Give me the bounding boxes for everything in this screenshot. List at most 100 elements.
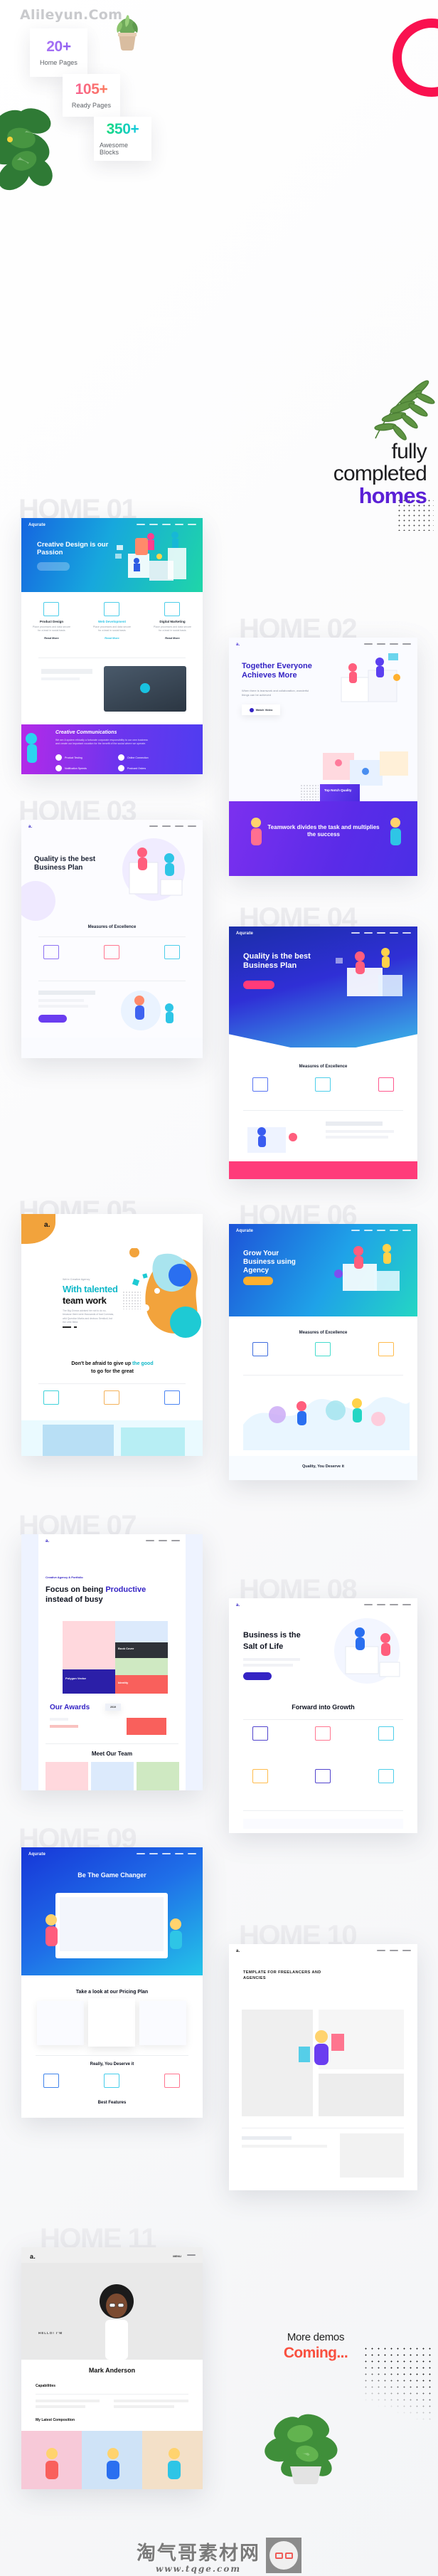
mock-feature-text: Place processes and data secure for a le… (32, 625, 71, 633)
footer-watermark-url: www.tqge.com (155, 2563, 242, 2574)
mock-quote-05-b: to go for the great (91, 1368, 134, 1374)
fern-plant-icon (265, 2414, 338, 2485)
mock-kicker-05: We're Creative Agency (63, 1278, 90, 1281)
mock-brand-10: a. (236, 1949, 240, 1953)
mock-headline-05-b: team work (63, 1295, 107, 1306)
mock-brand-04: Aqurate (236, 931, 254, 936)
mock-feature-link[interactable]: Read More (105, 636, 119, 640)
mock-section1-11: Capabilities (36, 2384, 56, 2388)
demo-screenshot-07[interactable]: a. Creative Agency & Portfolio Focus on … (21, 1534, 203, 1790)
mock-footer-06: Quality, You Deserve it (302, 1464, 344, 1469)
hero-heading: fully completed homes (220, 440, 427, 509)
demo-screenshot-11[interactable]: a. MENU HELLO! I'M Mark Anderson Capabil… (21, 2247, 203, 2489)
mock-headline-09: Be The Game Changer (78, 1872, 146, 1879)
coming-soon-block: More demos Coming... (245, 2331, 387, 2362)
footer-watermark-cn: 淘气哥素材网 (137, 2542, 260, 2565)
hero-line-3: homes (358, 483, 427, 509)
hero-line-1: fully (391, 440, 427, 463)
mock-section1-09: Really, You Deserve it (90, 2062, 134, 2066)
mock-button-02[interactable]: Watch Video (256, 708, 273, 712)
mock-nav-03[interactable] (149, 825, 196, 827)
glasses-icon (274, 2552, 293, 2559)
mock-headline-07-a: Focus on being (46, 1585, 104, 1594)
demo-screenshot-03[interactable]: a. Quality is the best Business Plan Mea… (21, 820, 203, 1058)
demo-screenshot-09[interactable]: Aqurate Be The Game Changer Take a look … (21, 1847, 203, 2118)
mock-nav-08[interactable] (364, 1604, 411, 1605)
mock-brand-02: a. (236, 643, 240, 647)
mock-awards-title-07: Our Awards (50, 1704, 90, 1711)
stat-label: Home Pages (39, 59, 78, 66)
mock-section2-09: Best Features (97, 2101, 127, 2105)
mock-feature-link[interactable]: Read More (44, 636, 58, 640)
mock-brand-07: a. (46, 1539, 50, 1543)
mock-section-03: Measures of Excellence (87, 925, 137, 929)
demo-screenshot-04[interactable]: Aqurate Quality is the best Business Pla… (229, 927, 417, 1179)
mock-banner-item: Notification Speeds (65, 766, 87, 770)
mock-card-title-07: Polygon Vector (65, 1677, 87, 1680)
mock-feature-text: Place processes and data secure for a le… (92, 625, 132, 633)
mock-headline-02: Together Everyone Achieves More (242, 662, 312, 680)
mock-sub-02: When there is teamwork and collaboration… (242, 689, 309, 697)
mock-section-06: Measures of Excellence (299, 1331, 348, 1335)
mock-footer-title-02: Teamwork divides the task and multiplies… (267, 824, 380, 838)
demo-screenshot-06[interactable]: Aqurate Grow Your Business using Agency … (229, 1224, 417, 1480)
mock-brand-03: a. (28, 825, 33, 829)
mock-feature-title: Web Development (98, 620, 126, 623)
mock-team-title-07: Meet Our Team (91, 1751, 133, 1757)
potted-plant-icon (117, 15, 138, 51)
mock-kicker-11: HELLO! I'M (38, 2331, 63, 2335)
demo-screenshot-02[interactable]: a. Together Everyone Achieves More When … (229, 638, 417, 876)
mock-quote-05-a: Don't be afraid to give up (71, 1361, 132, 1366)
mock-brand-01: Aqurate (28, 523, 46, 527)
mock-headline-04: Quality is the best Business Plan (243, 952, 311, 970)
mock-headline-07-hl: Productive (105, 1585, 146, 1594)
mock-feature-title: Digital Marketing (159, 620, 186, 623)
mock-banner-title-01: Creative Communications (55, 730, 117, 735)
mock-nav-02[interactable] (364, 643, 411, 645)
stat-label: Ready Pages (71, 102, 112, 109)
mock-banner-item: Online Connection (127, 756, 149, 759)
mock-headline-08-a: Business is the (243, 1631, 301, 1640)
hero-line-2: completed (333, 461, 427, 485)
mock-section-04: Measures of Excellence (299, 1065, 348, 1069)
footer-watermark: 淘气哥素材网 www.tqge.com (0, 2535, 438, 2576)
stat-card-ready-pages: 105+ Ready Pages (63, 74, 120, 117)
footer-watermark-badge (266, 2538, 301, 2573)
mock-card-title-07: Identity (118, 1681, 129, 1684)
mock-banner-text-01: We are A system ethically a fortunate co… (55, 739, 148, 746)
mock-headline-10: TEMPLATE FOR FREELANCERS AND AGENCIES (243, 1970, 321, 1981)
red-circle-decoration (392, 19, 438, 97)
mock-section2-11: My Latest Composition (36, 2418, 75, 2422)
coming-line-2: Coming... (283, 2345, 348, 2361)
mock-nav-04[interactable] (351, 932, 411, 934)
mock-card-title-07: Book Cover (118, 1647, 134, 1650)
mock-nav-07[interactable] (146, 1540, 180, 1541)
mock-name-11: Mark Anderson (88, 2367, 136, 2374)
demo-screenshot-05[interactable]: a. We're Creative Agency With talented t… (21, 1214, 203, 1456)
demo-screenshot-01[interactable]: Aqurate Creative Design is our Passion P… (21, 518, 203, 774)
mock-kicker-07: Creative Agency & Portfolio (46, 1575, 83, 1579)
mock-brand-08: a. (236, 1603, 240, 1608)
monstera-leaves-icon (0, 108, 53, 191)
demo-screenshot-08[interactable]: a. Business is the Salt of Life Forward … (229, 1598, 417, 1833)
stat-card-awesome-blocks: 350+ Awesome Blocks (94, 117, 151, 161)
stat-card-home-pages: 20+ Home Pages (30, 28, 87, 77)
mock-feature-link[interactable]: Read More (165, 636, 179, 640)
mock-menu-11[interactable]: MENU (173, 2254, 181, 2258)
mock-banner-item: Product Testing (65, 756, 82, 759)
stat-label: Awesome Blocks (100, 142, 129, 156)
mock-headline-01: Creative Design is our Passion (37, 541, 109, 557)
demo-screenshot-10[interactable]: a. TEMPLATE FOR FREELANCERS AND AGENCIES (229, 1944, 417, 2190)
mock-headline-03: Quality is the best Business Plan (34, 855, 96, 872)
mock-quote-05-hl: the good (132, 1361, 154, 1366)
mock-body-05: The Big Oxmox advised her not to do so, … (63, 1309, 114, 1324)
coming-line-1: More demos (287, 2331, 345, 2343)
play-icon (249, 707, 254, 712)
mock-headline-08-b: Salt of Life (243, 1642, 284, 1651)
mock-nav-09[interactable] (137, 1853, 196, 1854)
mock-brand-11: a. (30, 2253, 36, 2260)
mock-nav-10[interactable] (377, 1950, 411, 1951)
mock-banner-item: Postcard Orders (127, 766, 146, 770)
mock-subtitle-09: Take a look at our Pricing Plan (75, 1990, 149, 1995)
mock-badge-02: Top Notch Quality (324, 788, 352, 792)
